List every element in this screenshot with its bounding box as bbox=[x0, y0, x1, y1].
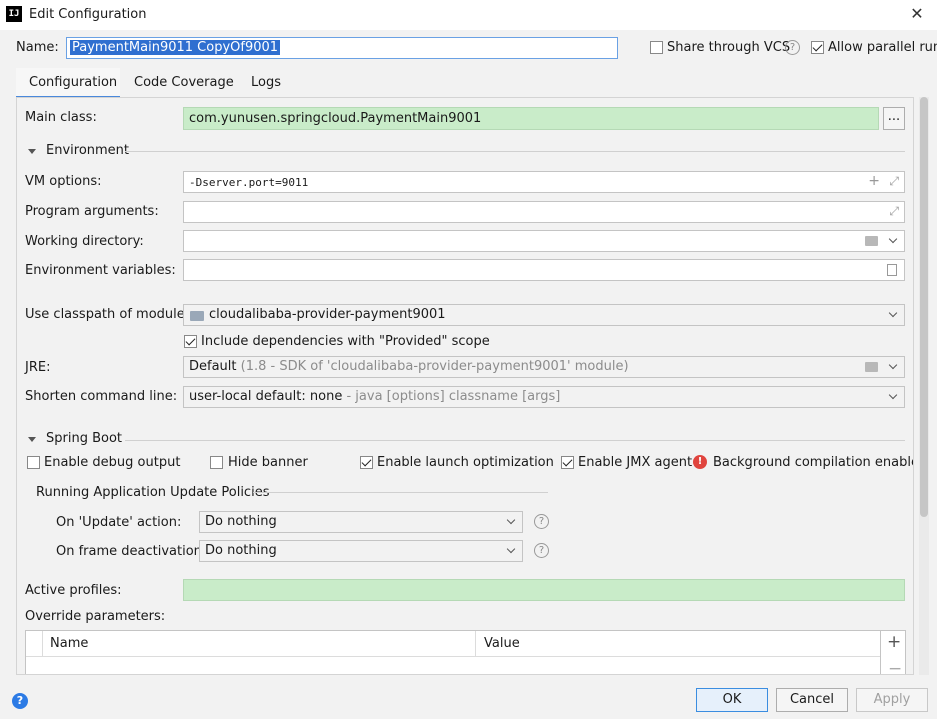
launch-optimization-label: Enable launch optimization bbox=[377, 455, 554, 470]
launch-optimization-checkbox[interactable] bbox=[360, 456, 373, 469]
plus-icon[interactable]: + bbox=[868, 173, 880, 189]
window-title: Edit Configuration bbox=[29, 7, 147, 22]
main-class-input[interactable]: com.yunusen.springcloud.PaymentMain9001 bbox=[183, 107, 879, 130]
intellij-logo-icon: IJ bbox=[6, 6, 22, 22]
allow-parallel-label: Allow parallel run bbox=[828, 40, 937, 55]
working-directory-label: Working directory: bbox=[25, 234, 144, 249]
chevron-down-icon[interactable] bbox=[889, 310, 898, 319]
help-question-icon[interactable]: ? bbox=[534, 514, 549, 529]
column-divider bbox=[42, 631, 43, 657]
apply-button[interactable]: Apply bbox=[856, 688, 928, 712]
table-header bbox=[26, 631, 880, 657]
vm-options-input[interactable]: -Dserver.port=9011 + ⤢ bbox=[183, 171, 905, 193]
override-params-table[interactable]: Name Value bbox=[25, 630, 881, 674]
active-profiles-input[interactable] bbox=[183, 579, 905, 601]
tab-logs[interactable]: Logs bbox=[251, 75, 281, 90]
help-icon[interactable]: ? bbox=[12, 693, 28, 709]
column-divider bbox=[475, 631, 476, 657]
working-directory-input[interactable] bbox=[183, 230, 905, 252]
environment-section-title: Environment bbox=[46, 143, 130, 158]
include-provided-checkbox[interactable] bbox=[184, 335, 197, 348]
separator bbox=[125, 440, 905, 441]
table-toolbar: + − bbox=[881, 630, 906, 674]
chevron-down-icon[interactable] bbox=[507, 546, 516, 555]
folder-icon[interactable] bbox=[865, 236, 878, 246]
document-icon[interactable] bbox=[887, 264, 897, 276]
column-value-header[interactable]: Value bbox=[484, 636, 520, 651]
shorten-value: user-local default: none bbox=[189, 389, 343, 404]
chevron-down-icon[interactable] bbox=[889, 362, 898, 371]
close-icon[interactable]: ✕ bbox=[907, 4, 927, 24]
add-icon[interactable]: + bbox=[887, 632, 901, 652]
module-folder-icon bbox=[190, 311, 204, 321]
on-update-label: On 'Update' action: bbox=[56, 515, 182, 530]
update-policies-title: Running Application Update Policies bbox=[36, 485, 270, 500]
classpath-label: Use classpath of module: bbox=[25, 307, 190, 322]
on-frame-value: Do nothing bbox=[205, 543, 277, 558]
hide-banner-checkbox[interactable] bbox=[210, 456, 223, 469]
name-input[interactable]: PaymentMain9011 CopyOf9001 bbox=[66, 37, 618, 59]
share-vcs-checkbox[interactable] bbox=[650, 41, 663, 54]
scrollbar-thumb[interactable] bbox=[920, 97, 928, 517]
configuration-panel: Main class: com.yunusen.springcloud.Paym… bbox=[16, 97, 914, 675]
environment-variables-input[interactable] bbox=[183, 259, 905, 281]
shorten-command-label: Shorten command line: bbox=[25, 389, 178, 404]
browse-main-class-button[interactable]: ... bbox=[883, 107, 905, 130]
expand-icon[interactable]: ⤢ bbox=[889, 204, 899, 219]
main-class-value: com.yunusen.springcloud.PaymentMain9001 bbox=[189, 111, 482, 126]
tab-code-coverage[interactable]: Code Coverage bbox=[134, 75, 234, 90]
on-update-select[interactable]: Do nothing bbox=[199, 511, 523, 533]
jmx-agent-label: Enable JMX agent bbox=[578, 455, 693, 470]
classpath-value: cloudalibaba-provider-payment9001 bbox=[209, 307, 446, 322]
hide-banner-label: Hide banner bbox=[228, 455, 308, 470]
jre-label: JRE: bbox=[25, 360, 51, 375]
on-frame-select[interactable]: Do nothing bbox=[199, 540, 523, 562]
chevron-down-icon[interactable] bbox=[507, 517, 516, 526]
active-profiles-label: Active profiles: bbox=[25, 583, 122, 598]
folder-icon[interactable] bbox=[865, 362, 878, 372]
remove-icon[interactable]: − bbox=[888, 659, 902, 674]
program-arguments-input[interactable]: ⤢ bbox=[183, 201, 905, 223]
share-vcs-label: Share through VCS bbox=[667, 40, 791, 55]
chevron-down-icon[interactable] bbox=[889, 236, 898, 245]
debug-output-label: Enable debug output bbox=[44, 455, 181, 470]
name-input-value: PaymentMain9011 CopyOf9001 bbox=[70, 40, 281, 55]
collapse-triangle-icon[interactable] bbox=[28, 149, 36, 154]
on-frame-label: On frame deactivation: bbox=[56, 544, 207, 559]
separator bbox=[125, 151, 905, 152]
include-provided-label: Include dependencies with "Provided" sco… bbox=[201, 334, 490, 349]
classpath-module-select[interactable]: cloudalibaba-provider-payment9001 bbox=[183, 304, 905, 326]
debug-output-checkbox[interactable] bbox=[27, 456, 40, 469]
bg-compilation-label: Background compilation enabled bbox=[713, 455, 914, 470]
jre-select[interactable]: Default (1.8 - SDK of 'cloudalibaba-prov… bbox=[183, 356, 905, 378]
jmx-agent-checkbox[interactable] bbox=[561, 456, 574, 469]
jre-detail: (1.8 - SDK of 'cloudalibaba-provider-pay… bbox=[240, 359, 629, 374]
override-params-label: Override parameters: bbox=[25, 609, 166, 624]
help-question-icon[interactable]: ? bbox=[534, 543, 549, 558]
collapse-triangle-icon[interactable] bbox=[28, 437, 36, 442]
environment-variables-label: Environment variables: bbox=[25, 263, 176, 278]
name-label: Name: bbox=[16, 40, 59, 55]
on-update-value: Do nothing bbox=[205, 514, 277, 529]
main-class-label: Main class: bbox=[25, 110, 97, 125]
program-arguments-label: Program arguments: bbox=[25, 204, 159, 219]
separator bbox=[253, 492, 548, 493]
column-name-header[interactable]: Name bbox=[50, 636, 88, 651]
vm-options-value: -Dserver.port=9011 bbox=[189, 176, 309, 189]
vm-options-label: VM options: bbox=[25, 174, 102, 189]
shorten-detail: - java [options] classname [args] bbox=[346, 389, 561, 404]
jre-value: Default bbox=[189, 359, 237, 374]
shorten-command-select[interactable]: user-local default: none - java [options… bbox=[183, 386, 905, 408]
help-question-icon[interactable]: ? bbox=[785, 40, 800, 55]
ok-button[interactable]: OK bbox=[696, 688, 768, 712]
expand-icon[interactable]: ⤢ bbox=[889, 174, 899, 189]
chevron-down-icon[interactable] bbox=[889, 392, 898, 401]
error-icon: ! bbox=[693, 455, 707, 469]
cancel-button[interactable]: Cancel bbox=[776, 688, 848, 712]
spring-boot-section-title: Spring Boot bbox=[46, 431, 123, 446]
allow-parallel-checkbox[interactable] bbox=[811, 41, 824, 54]
tab-configuration[interactable]: Configuration bbox=[29, 75, 117, 90]
